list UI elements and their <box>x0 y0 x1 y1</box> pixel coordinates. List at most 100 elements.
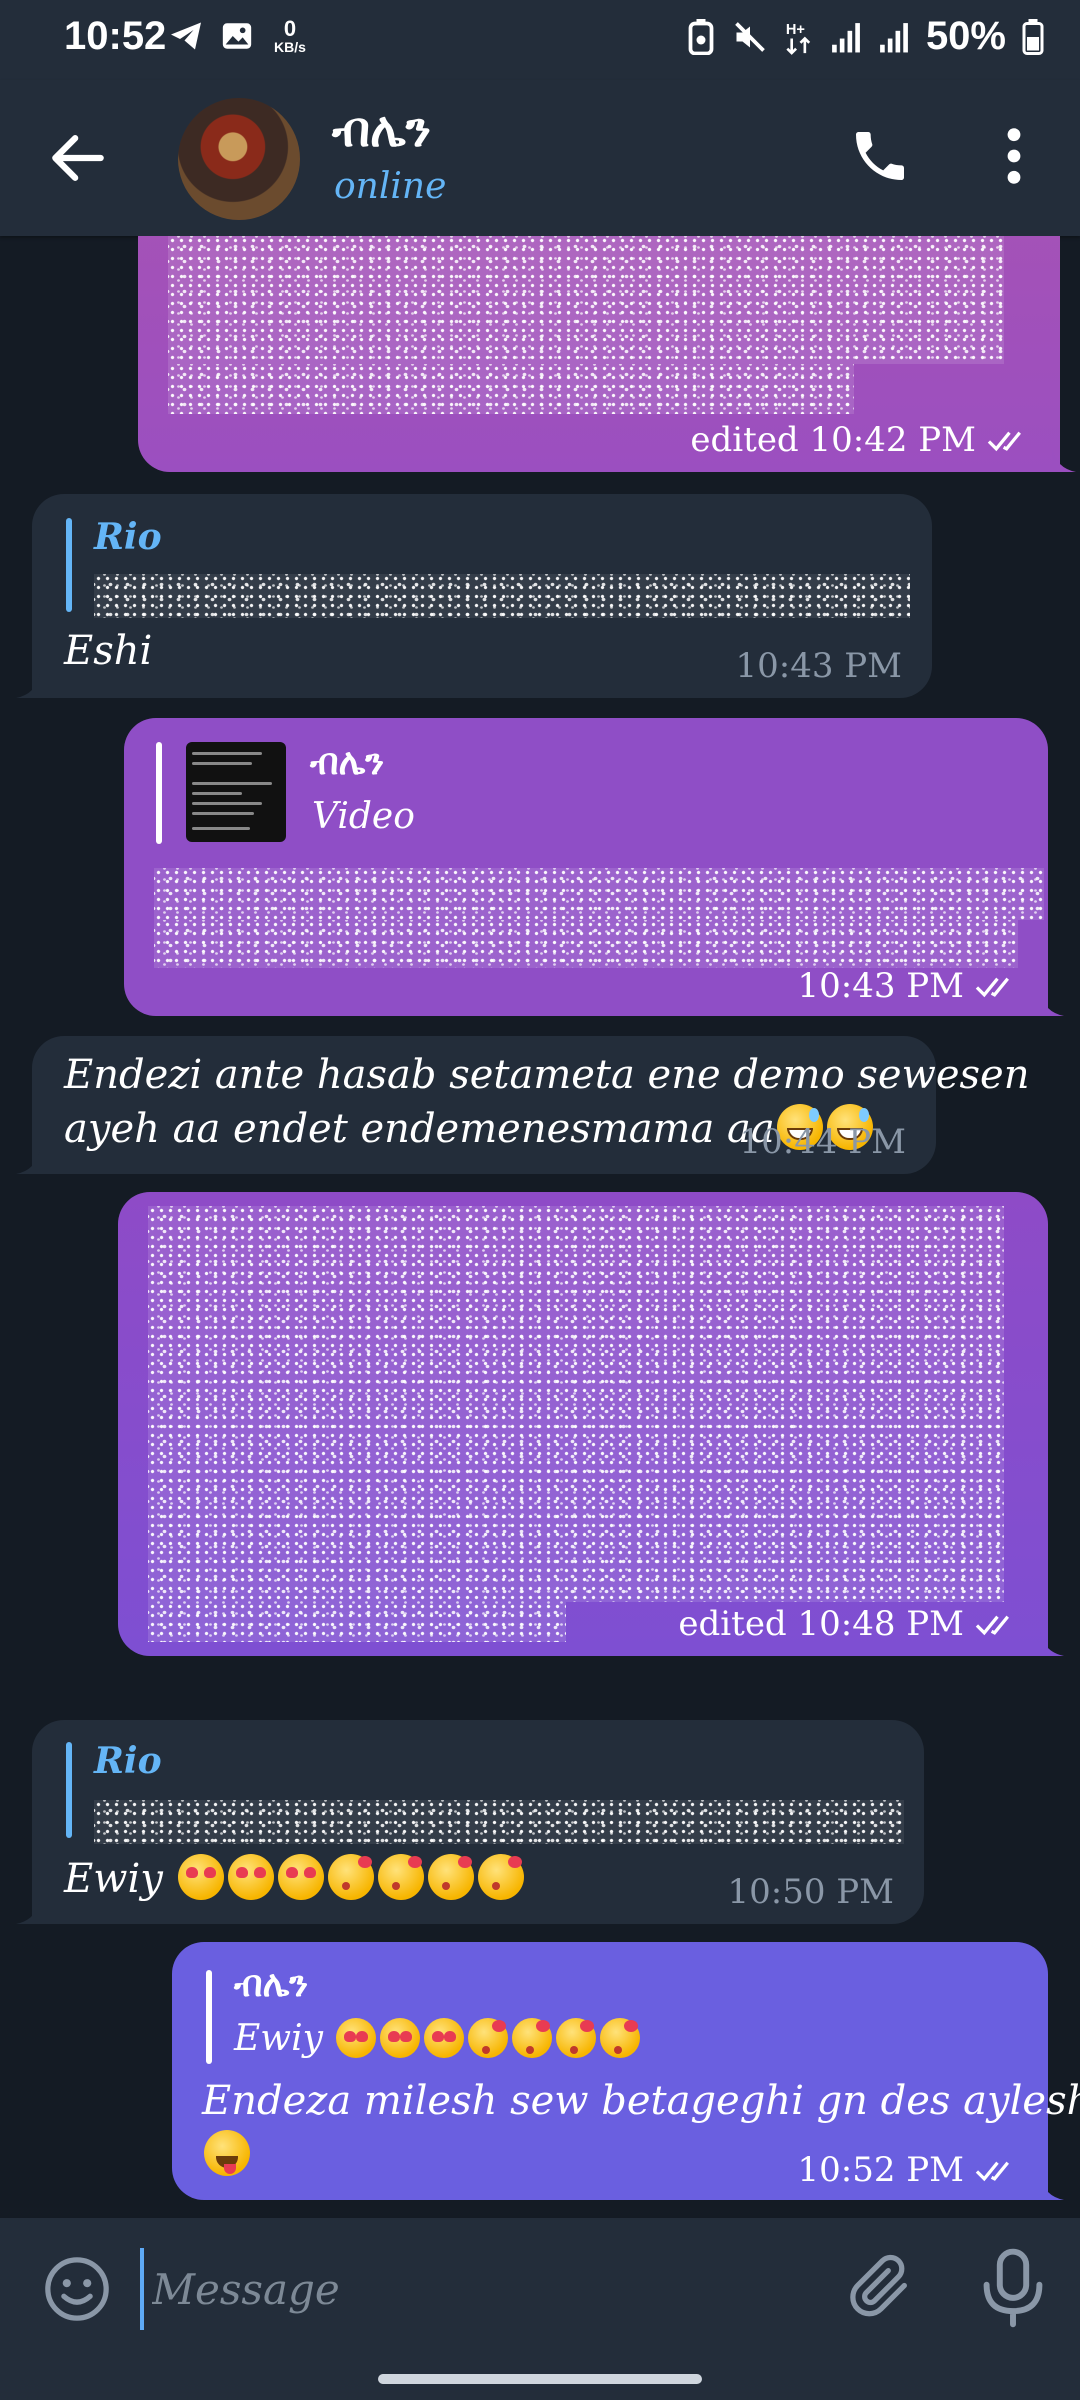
message-bubble-outgoing[interactable]: edited 10:42 PM <box>138 236 1076 472</box>
hidden-reply-text <box>94 574 910 618</box>
double-check-icon <box>975 977 1009 998</box>
reply-text-content: Ewiy <box>234 2018 323 2059</box>
hidden-text-block <box>148 1602 566 1642</box>
message-meta: 10:43 PM <box>798 966 1018 1006</box>
blowing-kiss-emoji <box>512 2018 553 2058</box>
hidden-text-block <box>148 1206 1004 1602</box>
contact-name[interactable]: ብሌን <box>332 102 431 159</box>
double-check-icon <box>975 2161 1009 2182</box>
hidden-text-block <box>168 236 1004 364</box>
message-meta: edited 10:48 PM <box>678 1604 1018 1644</box>
phone-icon[interactable] <box>848 124 912 188</box>
data-hplus-icon: H+ <box>786 22 811 55</box>
message-time: edited 10:42 PM <box>690 420 976 460</box>
message-meta: 10:50 PM <box>728 1872 894 1912</box>
message-meta: 10:52 PM <box>798 2150 1018 2190</box>
heart-eyes-emoji <box>380 2018 421 2058</box>
video-thumbnail[interactable] <box>186 742 286 842</box>
blowing-kiss-emoji <box>377 1854 424 1900</box>
blowing-kiss-emoji <box>556 2018 597 2058</box>
signal-icon-1 <box>832 22 860 52</box>
reply-quote-bar <box>156 742 162 844</box>
reply-sender-name: Rio <box>94 516 162 558</box>
message-input[interactable] <box>140 2248 814 2330</box>
heart-eyes-emoji <box>277 1854 324 1900</box>
message-bubble-incoming[interactable]: Rio Eshi 10:43 PM <box>16 494 932 698</box>
network-speed-value: 0 <box>283 16 297 41</box>
blowing-kiss-emoji <box>427 1854 474 1900</box>
message-text-line-1: Endezi ante hasab setameta ene demo sewe… <box>64 1052 1030 1098</box>
bubble-tail <box>1052 448 1076 472</box>
gallery-icon <box>222 23 252 49</box>
battery-saver-icon <box>688 18 714 55</box>
hidden-reply-text <box>94 1800 904 1844</box>
message-text-content: Ewiy <box>64 1856 163 1902</box>
message-bubble-incoming[interactable]: Endezi ante hasab setameta ene demo sewe… <box>16 1036 1029 1174</box>
status-time: 10:52 <box>64 14 167 58</box>
avatar[interactable] <box>178 98 300 220</box>
hidden-text-block <box>154 868 1044 920</box>
battery-percent: 50% <box>925 14 1006 58</box>
signal-icon-2 <box>880 22 908 52</box>
message-text-line-2 <box>202 2128 252 2182</box>
reply-quote-bar <box>66 1742 72 1838</box>
status-right-icons: H+ 50% <box>686 14 1044 59</box>
message-text: Ewiy <box>64 1852 526 1906</box>
message-text-content: Endeza milesh sew betageghi gn des ayles… <box>202 2078 1080 2124</box>
blowing-kiss-emoji <box>600 2018 641 2058</box>
message-meta: 10:43 PM <box>736 646 902 686</box>
heart-eyes-emoji <box>177 1854 224 1900</box>
message-bubble-incoming[interactable]: Rio Ewiy 10:50 PM <box>16 1720 924 1924</box>
winking-tongue-emoji <box>204 2130 250 2176</box>
back-arrow-icon[interactable] <box>44 124 112 192</box>
paperclip-icon[interactable] <box>846 2252 916 2322</box>
blowing-kiss-emoji <box>477 1854 524 1900</box>
emoji-icon[interactable] <box>42 2254 112 2324</box>
battery-icon <box>1022 18 1044 55</box>
blowing-kiss-emoji <box>468 2018 509 2058</box>
message-time: 10:52 PM <box>797 2150 964 2190</box>
message-text: Eshi <box>64 628 153 674</box>
message-bubble-outgoing[interactable]: ብሌን Ewiy Endeza milesh sew betageghi gn … <box>172 1942 1080 2200</box>
message-text-line-2-content: ayeh aa endet endemenesmama aa <box>64 1106 775 1152</box>
message-time: 10:43 PM <box>797 966 964 1006</box>
chat-header: ብሌን online <box>0 80 1080 236</box>
more-vertical-icon[interactable] <box>994 124 1034 188</box>
blowing-kiss-emoji <box>327 1854 374 1900</box>
reply-sender-name: Rio <box>94 1740 162 1782</box>
bubble-tail <box>16 1900 40 1924</box>
reply-sender-name: ብሌን <box>234 1964 309 2005</box>
double-check-icon <box>987 431 1021 452</box>
chat-area[interactable]: edited 10:42 PM Rio Eshi 10:43 PM ብሌን Vi… <box>0 236 1080 2218</box>
home-indicator[interactable] <box>378 2374 702 2384</box>
message-time: 10:43 PM <box>735 646 902 686</box>
microphone-icon[interactable] <box>980 2248 1046 2328</box>
message-composer <box>0 2218 1080 2400</box>
mute-icon <box>735 21 765 52</box>
message-meta: 10:44 PM <box>740 1122 906 1162</box>
bubble-tail <box>16 1150 40 1174</box>
reply-media-label: Video <box>312 796 415 837</box>
network-speed: 0 KB/s <box>274 16 306 55</box>
heart-eyes-emoji <box>227 1854 274 1900</box>
network-speed-unit: KB/s <box>274 39 306 55</box>
reply-sender-name: ብሌን <box>310 742 385 783</box>
message-text: Endeza milesh sew betageghi gn des ayles… <box>202 2074 1080 2128</box>
contact-status: online <box>334 166 447 207</box>
bubble-tail <box>1040 992 1064 1016</box>
reply-quote-bar <box>206 1970 212 2064</box>
status-bar: 10:52 0 KB/s H+ 50% <box>0 0 1080 80</box>
message-time: 10:44 PM <box>739 1122 906 1162</box>
message-meta: edited 10:42 PM <box>690 420 1030 460</box>
message-bubble-outgoing[interactable]: edited 10:48 PM <box>118 1192 1064 1656</box>
svg-text:H+: H+ <box>786 22 805 38</box>
message-bubble-outgoing[interactable]: ብሌን Video 10:43 PM <box>124 718 1064 1016</box>
status-left-icons: 0 KB/s <box>168 18 306 54</box>
hidden-text-block <box>168 364 854 414</box>
message-time: edited 10:48 PM <box>678 1604 964 1644</box>
heart-eyes-emoji <box>424 2018 465 2058</box>
hidden-text-block <box>154 920 1018 968</box>
heart-eyes-emoji <box>336 2018 377 2058</box>
bubble-tail <box>1040 1632 1064 1656</box>
reply-text: Ewiy <box>234 2018 642 2059</box>
